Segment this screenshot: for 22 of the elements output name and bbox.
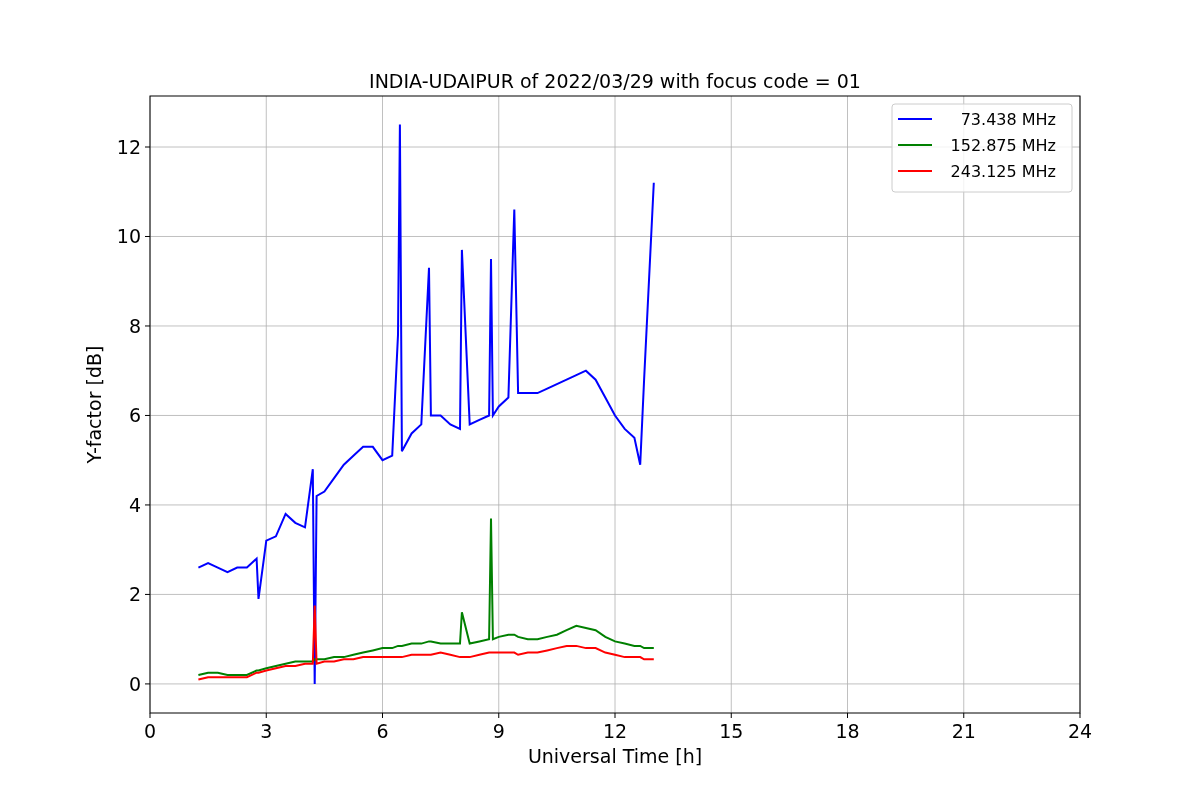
legend-label: 152.875 MHz [950,136,1056,155]
legend-label: 243.125 MHz [950,162,1056,181]
x-tick-label: 12 [602,720,628,742]
y-axis-label: Y-factor [dB] [83,345,105,464]
y-tick-label: 12 [116,136,141,158]
x-tick-label: 15 [719,720,744,742]
x-tick-label: 6 [376,720,389,742]
y-tick-label: 0 [128,672,141,695]
x-tick-label: 3 [260,720,273,742]
y-tick-label: 10 [116,225,141,248]
legend-label: 73.438 MHz [960,110,1056,129]
x-tick-label: 21 [951,720,976,742]
y-tick-label: 2 [128,583,141,606]
x-axis-label: Universal Time [h] [527,745,703,767]
x-tick-label: 18 [835,720,860,742]
x-tick-label: 0 [143,720,157,742]
y-tick-label: 4 [128,493,141,516]
x-tick-label: 24 [1067,720,1093,742]
y-tick-label: 8 [128,315,141,337]
x-tick-label: 9 [492,720,505,742]
y-tick-label: 6 [128,404,141,427]
chart-title: INDIA-UDAIPUR of 2022/03/29 with focus code = 01 [369,70,861,92]
